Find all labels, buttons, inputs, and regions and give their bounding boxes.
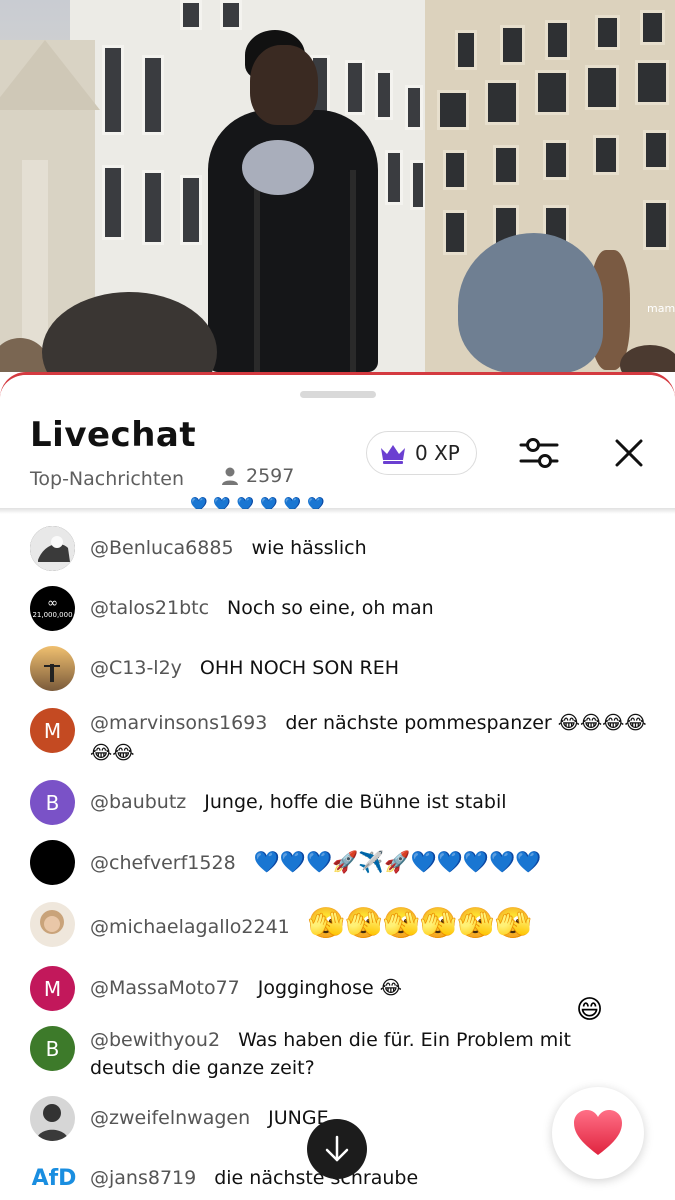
avatar[interactable]: M <box>30 708 75 753</box>
speaker-head <box>250 45 318 125</box>
avatar[interactable] <box>30 902 75 947</box>
avatar[interactable] <box>30 526 75 571</box>
avatar-letter: B <box>45 1036 60 1061</box>
livechat-title: Livechat <box>30 415 197 455</box>
chat-message[interactable]: M @MassaMoto77 Jogginghose 😂 <box>0 966 675 1016</box>
avatar-caption: 21,000,000 <box>32 610 73 619</box>
arrow-down-icon <box>325 1135 349 1162</box>
avatar[interactable]: M <box>30 966 75 1011</box>
chat-message[interactable]: ∞ 21,000,000 @talos21btc Noch so eine, oh… <box>0 586 675 636</box>
message-text: wie hässlich <box>251 537 367 559</box>
avatar-letter: M <box>43 976 62 1001</box>
message-username[interactable]: @talos21btc <box>90 597 209 619</box>
microphone-windscreen <box>242 140 314 195</box>
chat-message[interactable]: B @baubutz Junge, hoffe die Bühne ist sta… <box>0 780 675 830</box>
drag-handle[interactable] <box>300 391 376 398</box>
chat-mode-selector[interactable]: Top-Nachrichten <box>30 468 184 490</box>
viewer-count: 2597 <box>220 465 294 487</box>
audience-cap <box>458 233 603 372</box>
avatar[interactable] <box>30 646 75 691</box>
message-username[interactable]: @chefverf1528 <box>90 852 236 874</box>
close-button[interactable] <box>604 431 654 475</box>
chat-message[interactable]: B @bewithyou2 Was haben die für. Ein Prob… <box>0 1024 675 1094</box>
avatar[interactable]: AfD <box>30 1156 78 1200</box>
mic-stand-2 <box>350 170 356 372</box>
message-username[interactable]: @michaelagallo2241 <box>90 916 290 938</box>
crown-icon <box>381 445 405 464</box>
sliders-icon <box>519 438 559 468</box>
message-username[interactable]: @baubutz <box>90 791 186 813</box>
like-button[interactable] <box>552 1087 644 1179</box>
close-icon <box>615 439 643 467</box>
avatar[interactable] <box>30 1096 75 1141</box>
message-username[interactable]: @MassaMoto77 <box>90 977 240 999</box>
chat-message[interactable]: M @marvinsons1693 der nächste pommespanze… <box>0 704 675 774</box>
avatar-image <box>30 646 75 691</box>
message-username[interactable]: @C13-l2y <box>90 657 182 679</box>
afd-logo: AfD <box>31 1166 77 1191</box>
message-username[interactable]: @jans8719 <box>90 1167 196 1189</box>
portico-roof <box>0 40 100 110</box>
chat-message[interactable]: @chefverf1528 💙💙💙🚀✈️🚀💙💙💙💙💙 <box>0 840 675 890</box>
message-text: Jogginghose 😂 <box>257 977 402 999</box>
message-username[interactable]: @bewithyou2 <box>90 1029 220 1051</box>
filter-button[interactable] <box>514 431 564 475</box>
message-text: OHH NOCH SON REH <box>199 657 400 679</box>
message-text: Noch so eine, oh man <box>227 597 434 619</box>
viewer-count-value: 2597 <box>246 465 295 487</box>
message-username[interactable]: @Benluca6885 <box>90 537 234 559</box>
xp-label: 0 XP <box>415 441 460 465</box>
message-username[interactable]: @marvinsons1693 <box>90 712 267 734</box>
floating-reaction: 😄 <box>576 995 604 1025</box>
infinity-icon: ∞ <box>47 595 58 611</box>
avatar[interactable]: B <box>30 780 75 825</box>
chat-message[interactable]: @C13-l2y OHH NOCH SON REH <box>0 646 675 696</box>
livechat-sheet: Livechat Top-Nachrichten 2597 0 XP 💙💙💙💙💙… <box>0 372 675 1200</box>
heart-icon <box>574 1110 622 1155</box>
avatar-letter: B <box>45 790 60 815</box>
chat-message[interactable]: @Benluca6885 wie hässlich <box>0 526 675 576</box>
header-divider <box>0 508 675 514</box>
avatar[interactable]: B <box>30 1026 75 1071</box>
avatar-image <box>30 526 75 571</box>
avatar[interactable]: ∞ 21,000,000 <box>30 586 75 631</box>
scroll-to-bottom-button[interactable] <box>307 1119 367 1179</box>
avatar-image <box>30 1096 75 1141</box>
message-text: 🫣🫣🫣🫣🫣🫣 <box>307 906 532 941</box>
video-player[interactable]: mam <box>0 0 675 372</box>
avatar-image <box>30 902 75 947</box>
avatar[interactable] <box>30 840 75 885</box>
avatar-letter: M <box>43 718 62 743</box>
person-icon <box>222 467 238 485</box>
shop-sign: mam <box>647 302 675 315</box>
mic-stand <box>254 180 260 372</box>
message-text: Junge, hoffe die Bühne ist stabil <box>204 791 507 813</box>
message-text: 💙💙💙🚀✈️🚀💙💙💙💙💙 <box>253 850 542 874</box>
message-username[interactable]: @zweifelnwagen <box>90 1107 250 1129</box>
xp-button[interactable]: 0 XP <box>366 431 477 475</box>
chat-message[interactable]: @michaelagallo2241 🫣🫣🫣🫣🫣🫣 <box>0 900 675 956</box>
